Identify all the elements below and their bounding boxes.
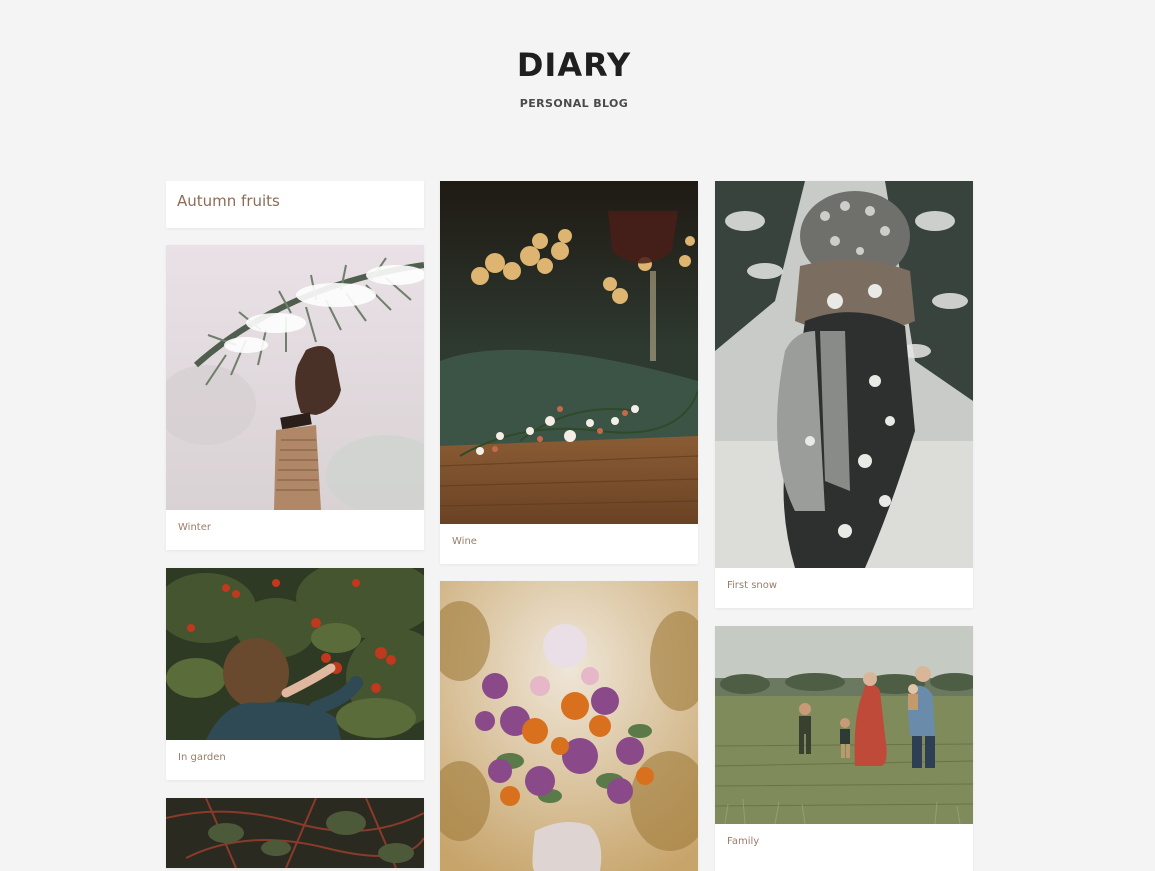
wine-glass-bokeh-photo[interactable] xyxy=(440,181,698,524)
site-title[interactable]: DIARY xyxy=(0,46,1148,84)
post-card-in-garden[interactable]: In garden xyxy=(166,568,424,780)
post-caption[interactable]: Wine xyxy=(452,536,477,547)
site-subtitle: PERSONAL BLOG xyxy=(519,97,629,110)
post-card-winter[interactable]: Winter xyxy=(166,245,424,550)
post-card-autumn-fruits[interactable]: Autumn fruits xyxy=(166,181,424,228)
snowy-person-photo[interactable] xyxy=(715,181,973,568)
post-card-family[interactable]: Family xyxy=(715,626,973,871)
post-card-flowers[interactable] xyxy=(440,581,698,871)
post-card-wine[interactable]: Wine xyxy=(440,181,698,564)
post-title[interactable]: Autumn fruits xyxy=(177,192,280,210)
post-card-leaves[interactable] xyxy=(166,798,424,868)
post-caption[interactable]: First snow xyxy=(727,580,777,591)
family-field-photo[interactable] xyxy=(715,626,973,824)
post-caption[interactable]: In garden xyxy=(178,752,226,763)
post-caption[interactable]: Family xyxy=(727,836,759,847)
post-caption[interactable]: Winter xyxy=(178,522,211,533)
girl-berries-photo[interactable] xyxy=(166,568,424,740)
pine-branch-glove-photo[interactable] xyxy=(166,245,424,510)
flower-bouquet-photo[interactable] xyxy=(440,581,698,871)
leaves-branches-photo[interactable] xyxy=(166,798,424,868)
post-card-first-snow[interactable]: First snow xyxy=(715,181,973,608)
